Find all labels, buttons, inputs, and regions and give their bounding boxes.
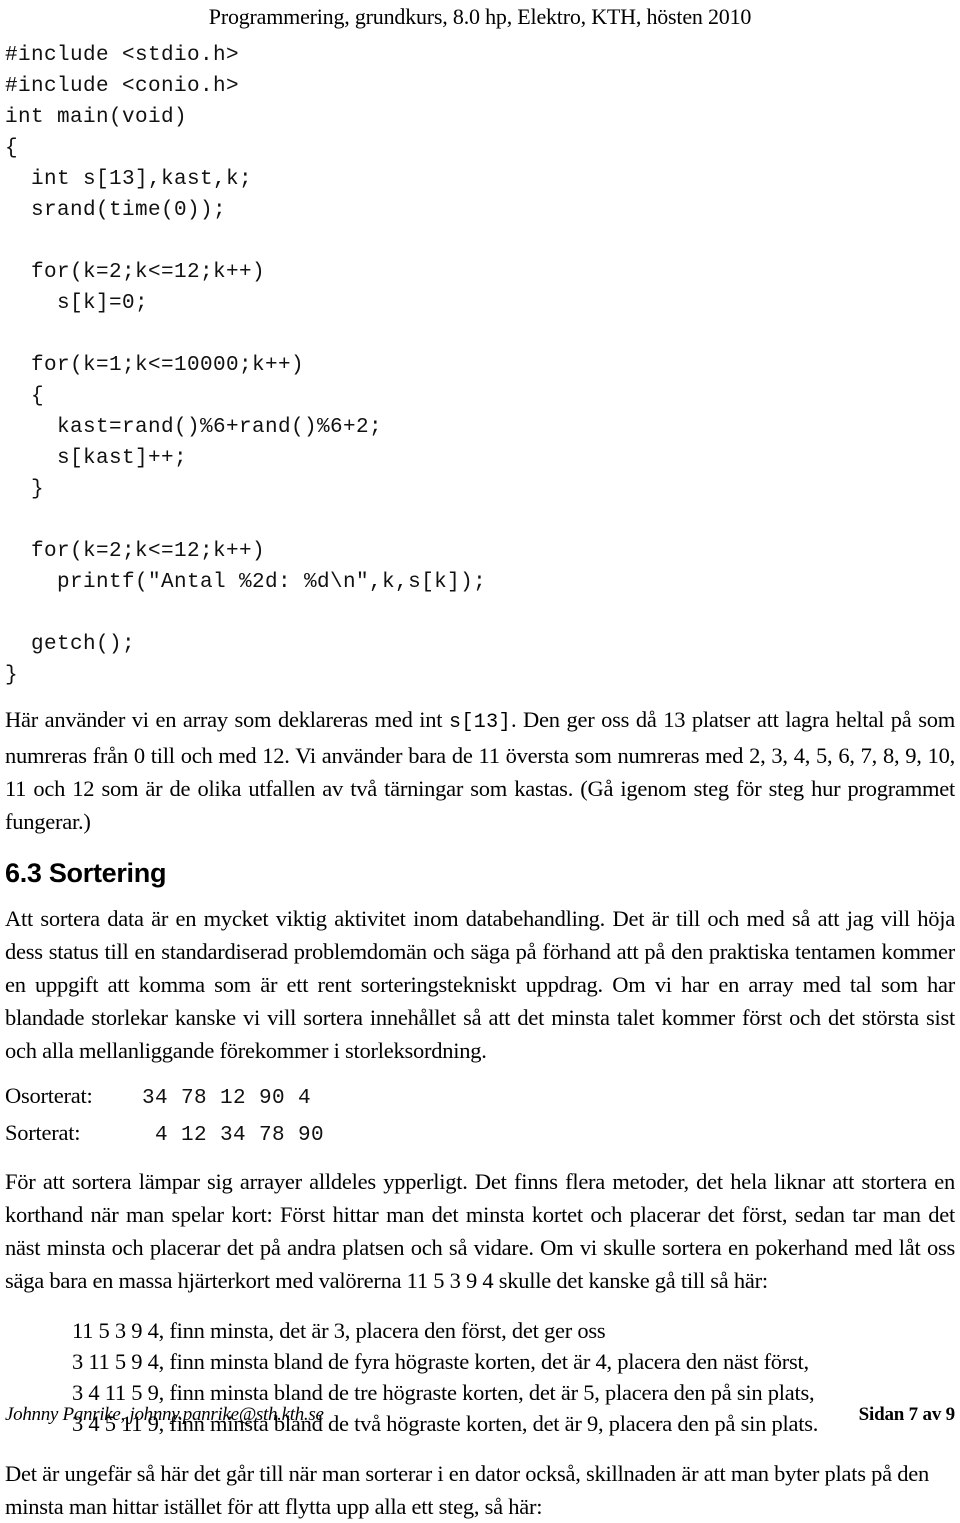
paragraph-closing: Det är ungefär så här det går till när m… — [5, 1461, 930, 1519]
list-item: 11 5 3 9 4, finn minsta, det är 3, place… — [72, 1318, 606, 1343]
sample-label-sorted: Sorterat: — [5, 1120, 81, 1145]
array-explanation-text-part1: Här använder vi en array som deklareras … — [5, 707, 449, 732]
paragraph-arrays-suitable: För att sortera lämpar sig arrayer allde… — [5, 1169, 955, 1293]
sample-values-unsorted: 34 78 12 90 4 — [142, 1087, 312, 1110]
page-content: #include <stdio.h> #include <conio.h> in… — [5, 40, 955, 1523]
inline-code-array-declaration: s[13] — [448, 711, 511, 734]
page-footer: Johnny Panrike, johnny.panrike@sth.kth.s… — [5, 1404, 955, 1426]
running-header: Programmering, grundkurs, 8.0 hp, Elektr… — [208, 4, 752, 29]
footer-page-number: Sidan 7 av 9 — [858, 1404, 956, 1425]
list-item: 3 11 5 9 4, finn minsta bland de fyra hö… — [72, 1349, 809, 1374]
paragraph-array-explanation: Här använder vi en array som deklareras … — [5, 703, 955, 838]
sample-row-sorted: Sorterat: 4 12 34 78 90 — [5, 1116, 955, 1153]
sample-label-unsorted: Osorterat: — [5, 1083, 93, 1108]
c-code-listing: #include <stdio.h> #include <conio.h> in… — [5, 44, 487, 687]
sample-row-unsorted: Osorterat: 34 78 12 90 4 — [5, 1079, 955, 1116]
paragraph-sorting-intro: Att sortera data är en mycket viktig akt… — [5, 906, 955, 1063]
section-heading-sortering: 6.3 Sortering — [5, 858, 167, 888]
document-page: Programmering, grundkurs, 8.0 hp, Elektr… — [0, 0, 960, 1519]
footer-author-contact: Johnny Panrike, johnny.panrike@sth.kth.s… — [5, 1404, 324, 1425]
sample-values-sorted: 4 12 34 78 90 — [142, 1124, 325, 1147]
